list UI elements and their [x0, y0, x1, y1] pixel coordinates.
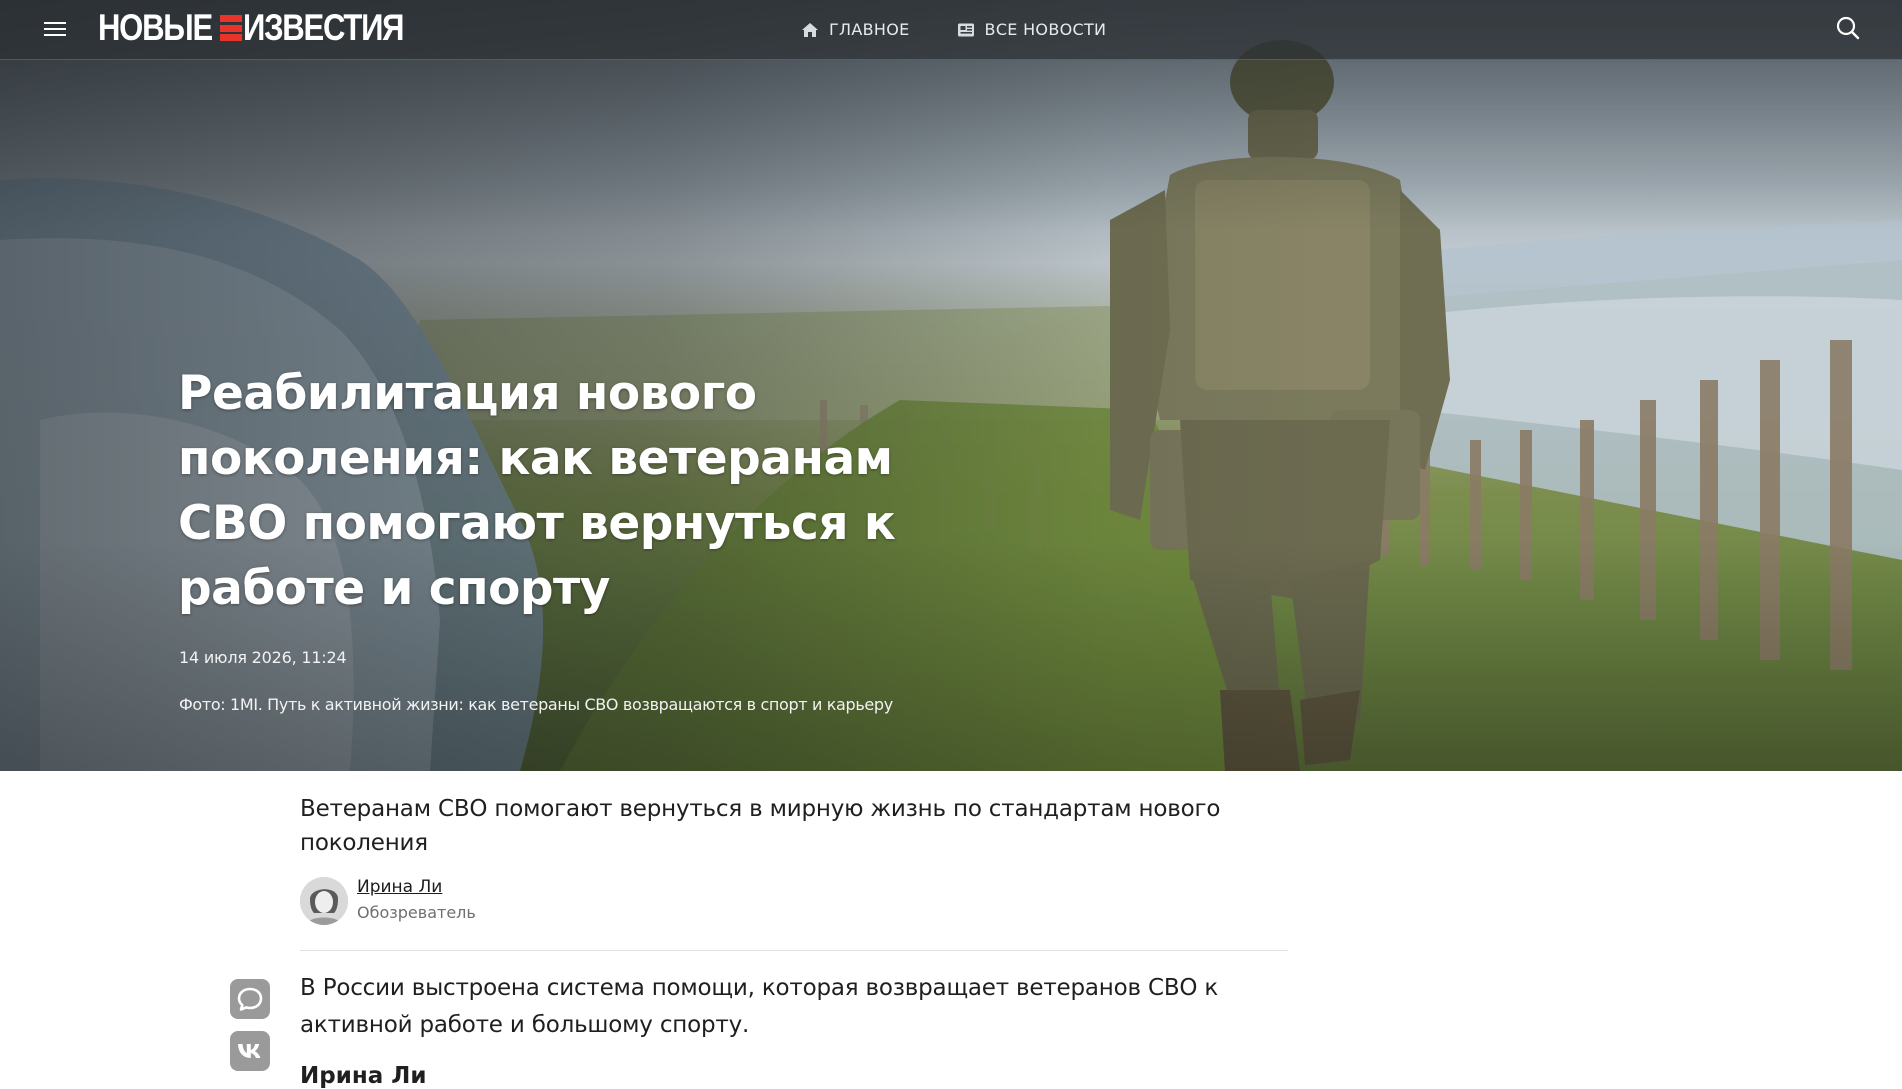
logo-word-left: НОВЫЕ: [98, 7, 213, 48]
logo-bars-icon: [220, 15, 242, 41]
nav-item-main[interactable]: ГЛАВНОЕ: [801, 20, 910, 39]
author-byline: Ирина Ли: [300, 1063, 427, 1089]
article-paragraph: В России выстроена система помощи, котор…: [300, 975, 1219, 1038]
nav-label-main: ГЛАВНОЕ: [829, 20, 910, 39]
photo-caption: Фото: 1MI. Путь к активной жизни: как ве…: [179, 695, 893, 714]
nav-label-all-news: ВСЕ НОВОСТИ: [984, 20, 1107, 39]
nav-item-all-news[interactable]: ВСЕ НОВОСТИ: [957, 20, 1107, 39]
avatar[interactable]: [300, 877, 348, 925]
site-logo[interactable]: НОВЫЕ ИЗВЕСТИЯ: [98, 6, 411, 50]
article-headline: Реабилитация нового поколения: как ветер…: [178, 366, 896, 616]
divider: [300, 950, 1288, 951]
search-icon[interactable]: [1834, 14, 1862, 42]
author-role: Обозреватель: [357, 903, 476, 922]
main-nav: ГЛАВНОЕ ВСЕ НОВОСТИ: [801, 0, 1153, 59]
author-name-link[interactable]: Ирина Ли: [357, 877, 442, 897]
comment-icon[interactable]: [230, 979, 270, 1019]
newspaper-icon: [957, 23, 974, 36]
logo-word-right: ИЗВЕСТИЯ: [243, 7, 405, 48]
site-header: НОВЫЕ ИЗВЕСТИЯ ГЛАВНОЕ ВСЕ НОВОСТИ: [0, 0, 1902, 60]
publish-date: 14 июля 2026, 11:24: [179, 648, 347, 667]
home-icon: [802, 22, 818, 37]
vk-icon[interactable]: [230, 1031, 270, 1071]
article-lead: Ветеранам СВО помогают вернуться в мирну…: [300, 796, 1221, 856]
hamburger-menu-icon[interactable]: [42, 16, 69, 43]
hero-image: Реабилитация нового поколения: как ветер…: [0, 0, 1902, 771]
